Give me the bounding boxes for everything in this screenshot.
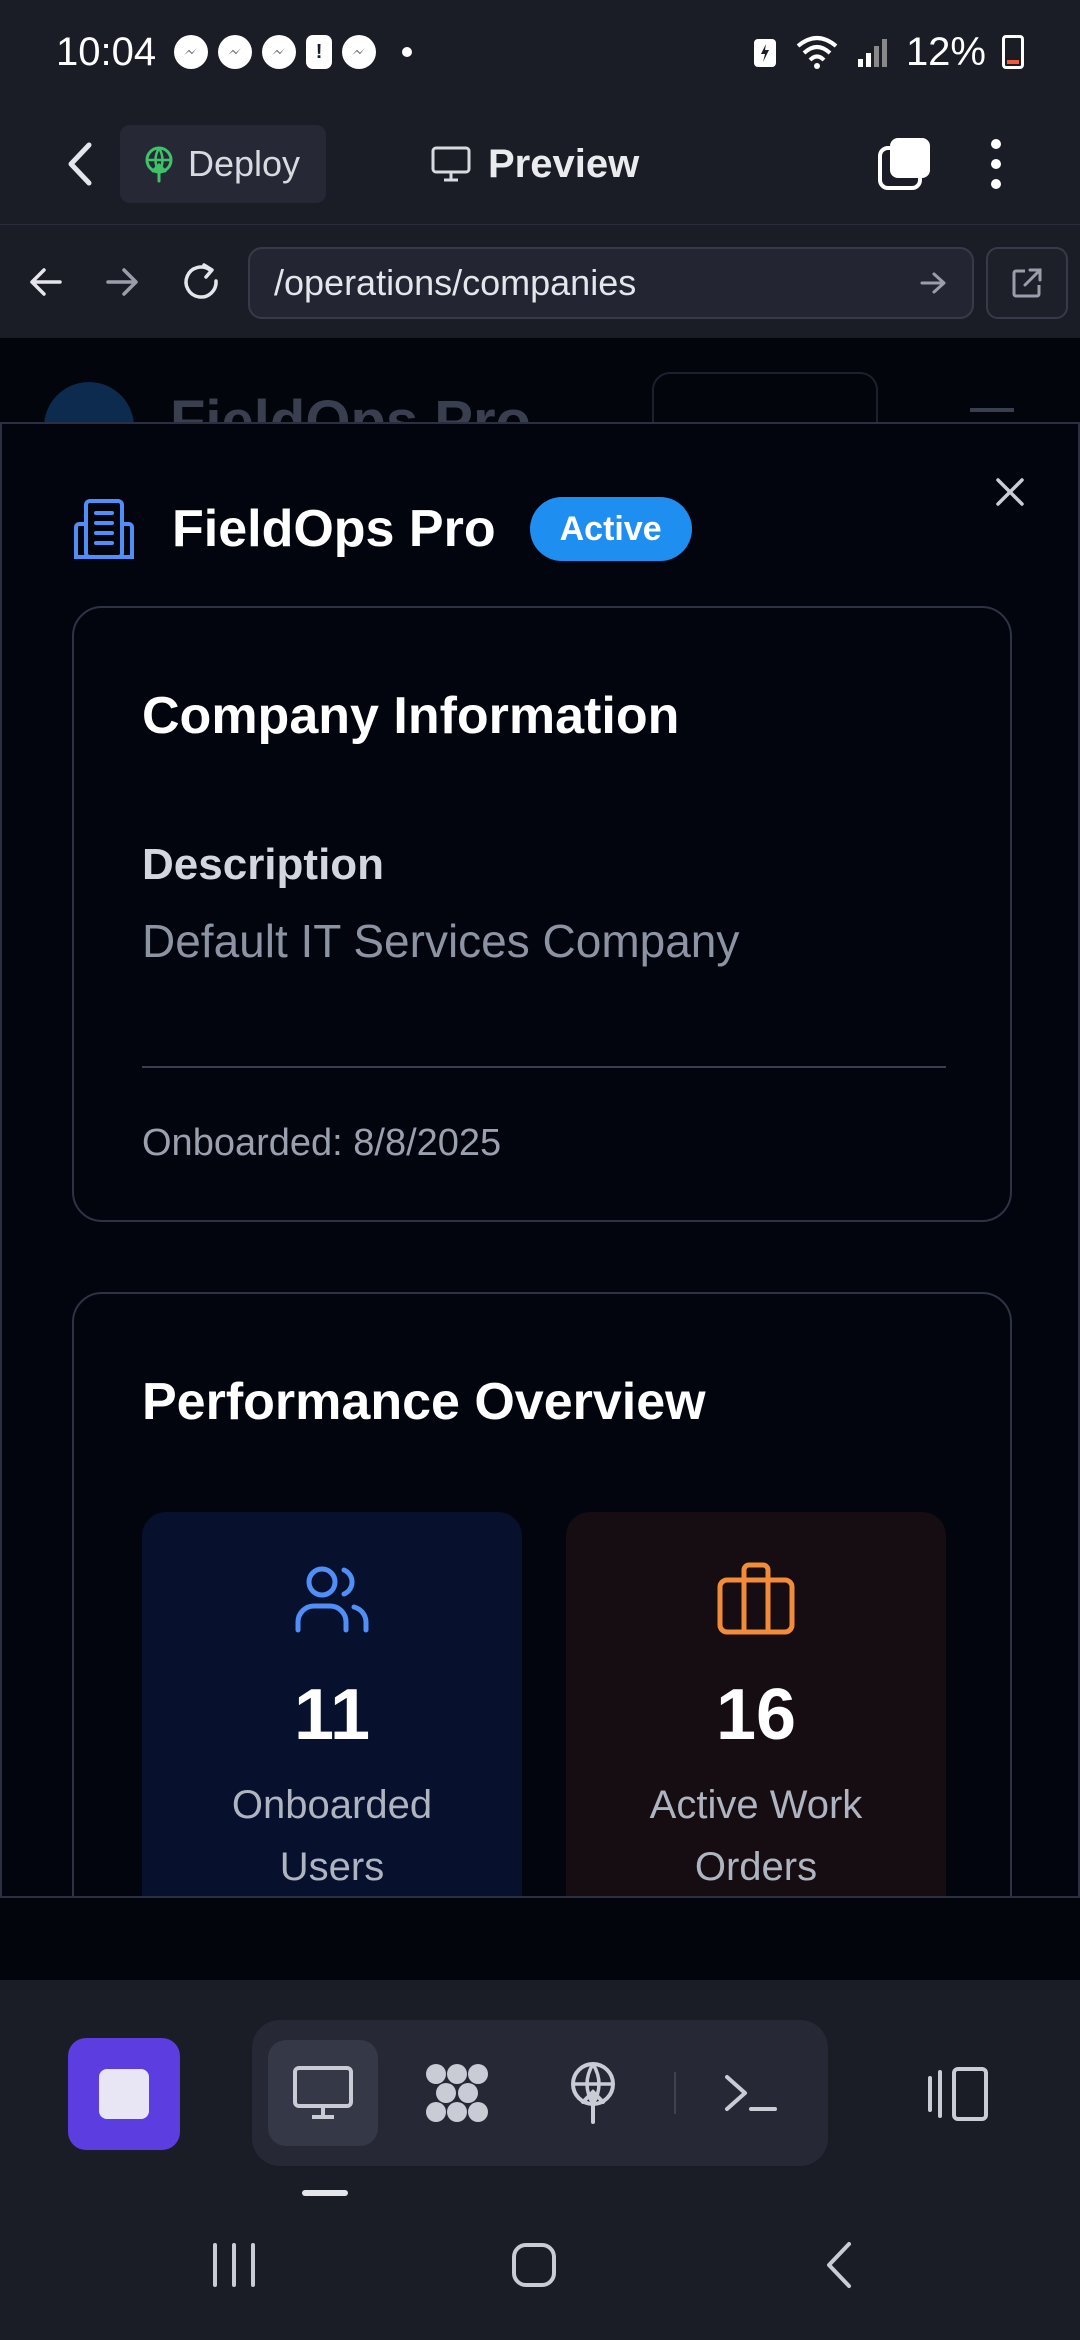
status-badge: Active bbox=[529, 497, 692, 561]
deploy-label: Deploy bbox=[188, 143, 301, 184]
stat-value: 11 bbox=[293, 1675, 371, 1755]
signal-icon bbox=[857, 39, 887, 67]
home-icon bbox=[512, 2243, 556, 2287]
messenger-icon bbox=[262, 35, 297, 69]
status-right: 12% bbox=[752, 30, 1024, 75]
preview-label: Preview bbox=[488, 141, 640, 186]
stat-onboarded-users: 11 Onboarded Users bbox=[142, 1512, 522, 1896]
stat-active-work-orders: 16 Active Work Orders bbox=[566, 1512, 946, 1896]
background-logo bbox=[44, 382, 134, 424]
description-value: Default IT Services Company bbox=[142, 915, 740, 967]
deploy-button[interactable]: Deploy bbox=[120, 125, 327, 203]
browser-forward-button[interactable] bbox=[88, 247, 158, 317]
background-button bbox=[652, 372, 878, 424]
modal-title: FieldOps Pro bbox=[172, 500, 496, 558]
system-navigation-bar bbox=[0, 2190, 1080, 2340]
tab-preview[interactable]: Preview bbox=[430, 124, 639, 204]
performance-overview-heading: Performance Overview bbox=[142, 1373, 706, 1431]
company-detail-modal: FieldOps Pro Active Company Information … bbox=[0, 422, 1080, 1898]
url-field[interactable]: /operations/companies bbox=[248, 247, 974, 319]
open-external-button[interactable] bbox=[986, 247, 1068, 319]
chevron-left-icon bbox=[827, 2242, 851, 2288]
web-content-bottom bbox=[0, 1898, 1080, 1980]
more-notifications-dot bbox=[402, 47, 413, 57]
ai-icon bbox=[426, 2064, 488, 2122]
chevron-left-icon bbox=[68, 142, 92, 186]
active-mode-indicator bbox=[302, 2190, 348, 2196]
stat-value: 16 bbox=[715, 1675, 797, 1755]
alert-icon: ! bbox=[306, 35, 333, 69]
background-menu-icon bbox=[970, 408, 1014, 412]
recent-apps-button[interactable] bbox=[184, 2220, 284, 2310]
deploy-icon bbox=[145, 146, 173, 183]
browser-back-button[interactable] bbox=[10, 247, 80, 317]
go-arrow-icon[interactable] bbox=[920, 271, 948, 295]
briefcase-icon bbox=[717, 1562, 795, 1635]
tabs-button[interactable] bbox=[866, 126, 942, 202]
arrow-right-icon bbox=[106, 267, 138, 296]
monitor-icon bbox=[293, 2066, 353, 2119]
divider bbox=[142, 1066, 946, 1068]
layout-toggle-button[interactable] bbox=[918, 2038, 998, 2150]
users-icon bbox=[295, 1566, 369, 1633]
mode-switcher bbox=[252, 2020, 828, 2166]
stat-label: Active Work Orders bbox=[649, 1783, 863, 1889]
monitor-icon bbox=[431, 146, 471, 182]
battery-percent: 12% bbox=[905, 29, 986, 74]
external-link-icon bbox=[1012, 268, 1042, 298]
more-vertical-icon bbox=[991, 139, 1001, 189]
battery-icon bbox=[1002, 35, 1024, 69]
more-options-button[interactable] bbox=[968, 126, 1024, 202]
system-back-button[interactable] bbox=[788, 2220, 888, 2310]
performance-overview-card: Performance Overview 11 Onboarded Users … bbox=[72, 1292, 1012, 1896]
mode-preview-button[interactable] bbox=[268, 2040, 378, 2146]
background-page-title: FieldOps Pro bbox=[170, 389, 531, 424]
stop-button[interactable] bbox=[68, 2038, 180, 2150]
wifi-icon bbox=[796, 36, 838, 69]
background-page-header: FieldOps Pro bbox=[0, 338, 1080, 424]
back-button[interactable] bbox=[40, 124, 120, 204]
arrow-left-icon bbox=[30, 267, 62, 296]
recent-apps-icon bbox=[213, 2243, 255, 2287]
messenger-icon bbox=[174, 35, 209, 69]
deploy-icon bbox=[571, 2062, 615, 2124]
mode-separator bbox=[674, 2072, 676, 2114]
app-toolbar: Deploy Preview bbox=[0, 104, 1080, 224]
notification-icons: ! bbox=[174, 35, 413, 69]
close-button[interactable] bbox=[988, 470, 1032, 514]
mode-chat-button[interactable] bbox=[402, 2040, 512, 2146]
terminal-icon bbox=[725, 2075, 777, 2111]
building-icon bbox=[74, 499, 134, 559]
reload-icon bbox=[184, 262, 218, 299]
modal-header: FieldOps Pro Active bbox=[72, 494, 692, 564]
workspace-toolbar bbox=[0, 1980, 1080, 2190]
status-time: 10:04 bbox=[56, 29, 157, 74]
status-bar: 10:04 ! 12% bbox=[0, 0, 1080, 104]
messenger-icon bbox=[218, 35, 253, 69]
mode-shell-button[interactable] bbox=[696, 2040, 806, 2146]
mode-deploy-button[interactable] bbox=[538, 2040, 648, 2146]
tabs-icon bbox=[878, 138, 930, 190]
url-row: /operations/companies bbox=[0, 224, 1080, 338]
onboarded-date: Onboarded: 8/8/2025 bbox=[142, 1122, 502, 1164]
reload-button[interactable] bbox=[166, 247, 236, 317]
battery-saver-icon bbox=[753, 39, 776, 67]
company-information-card: Company Information Description Default … bbox=[72, 606, 1012, 1222]
split-view-icon bbox=[928, 2067, 988, 2121]
home-button[interactable] bbox=[484, 2220, 584, 2310]
stop-icon bbox=[99, 2069, 149, 2119]
close-icon bbox=[996, 478, 1024, 506]
url-text: /operations/companies bbox=[274, 262, 637, 303]
company-information-heading: Company Information bbox=[142, 687, 680, 745]
stat-label: Onboarded Users bbox=[231, 1783, 433, 1889]
description-label: Description bbox=[142, 840, 385, 889]
messenger-icon bbox=[342, 35, 377, 69]
